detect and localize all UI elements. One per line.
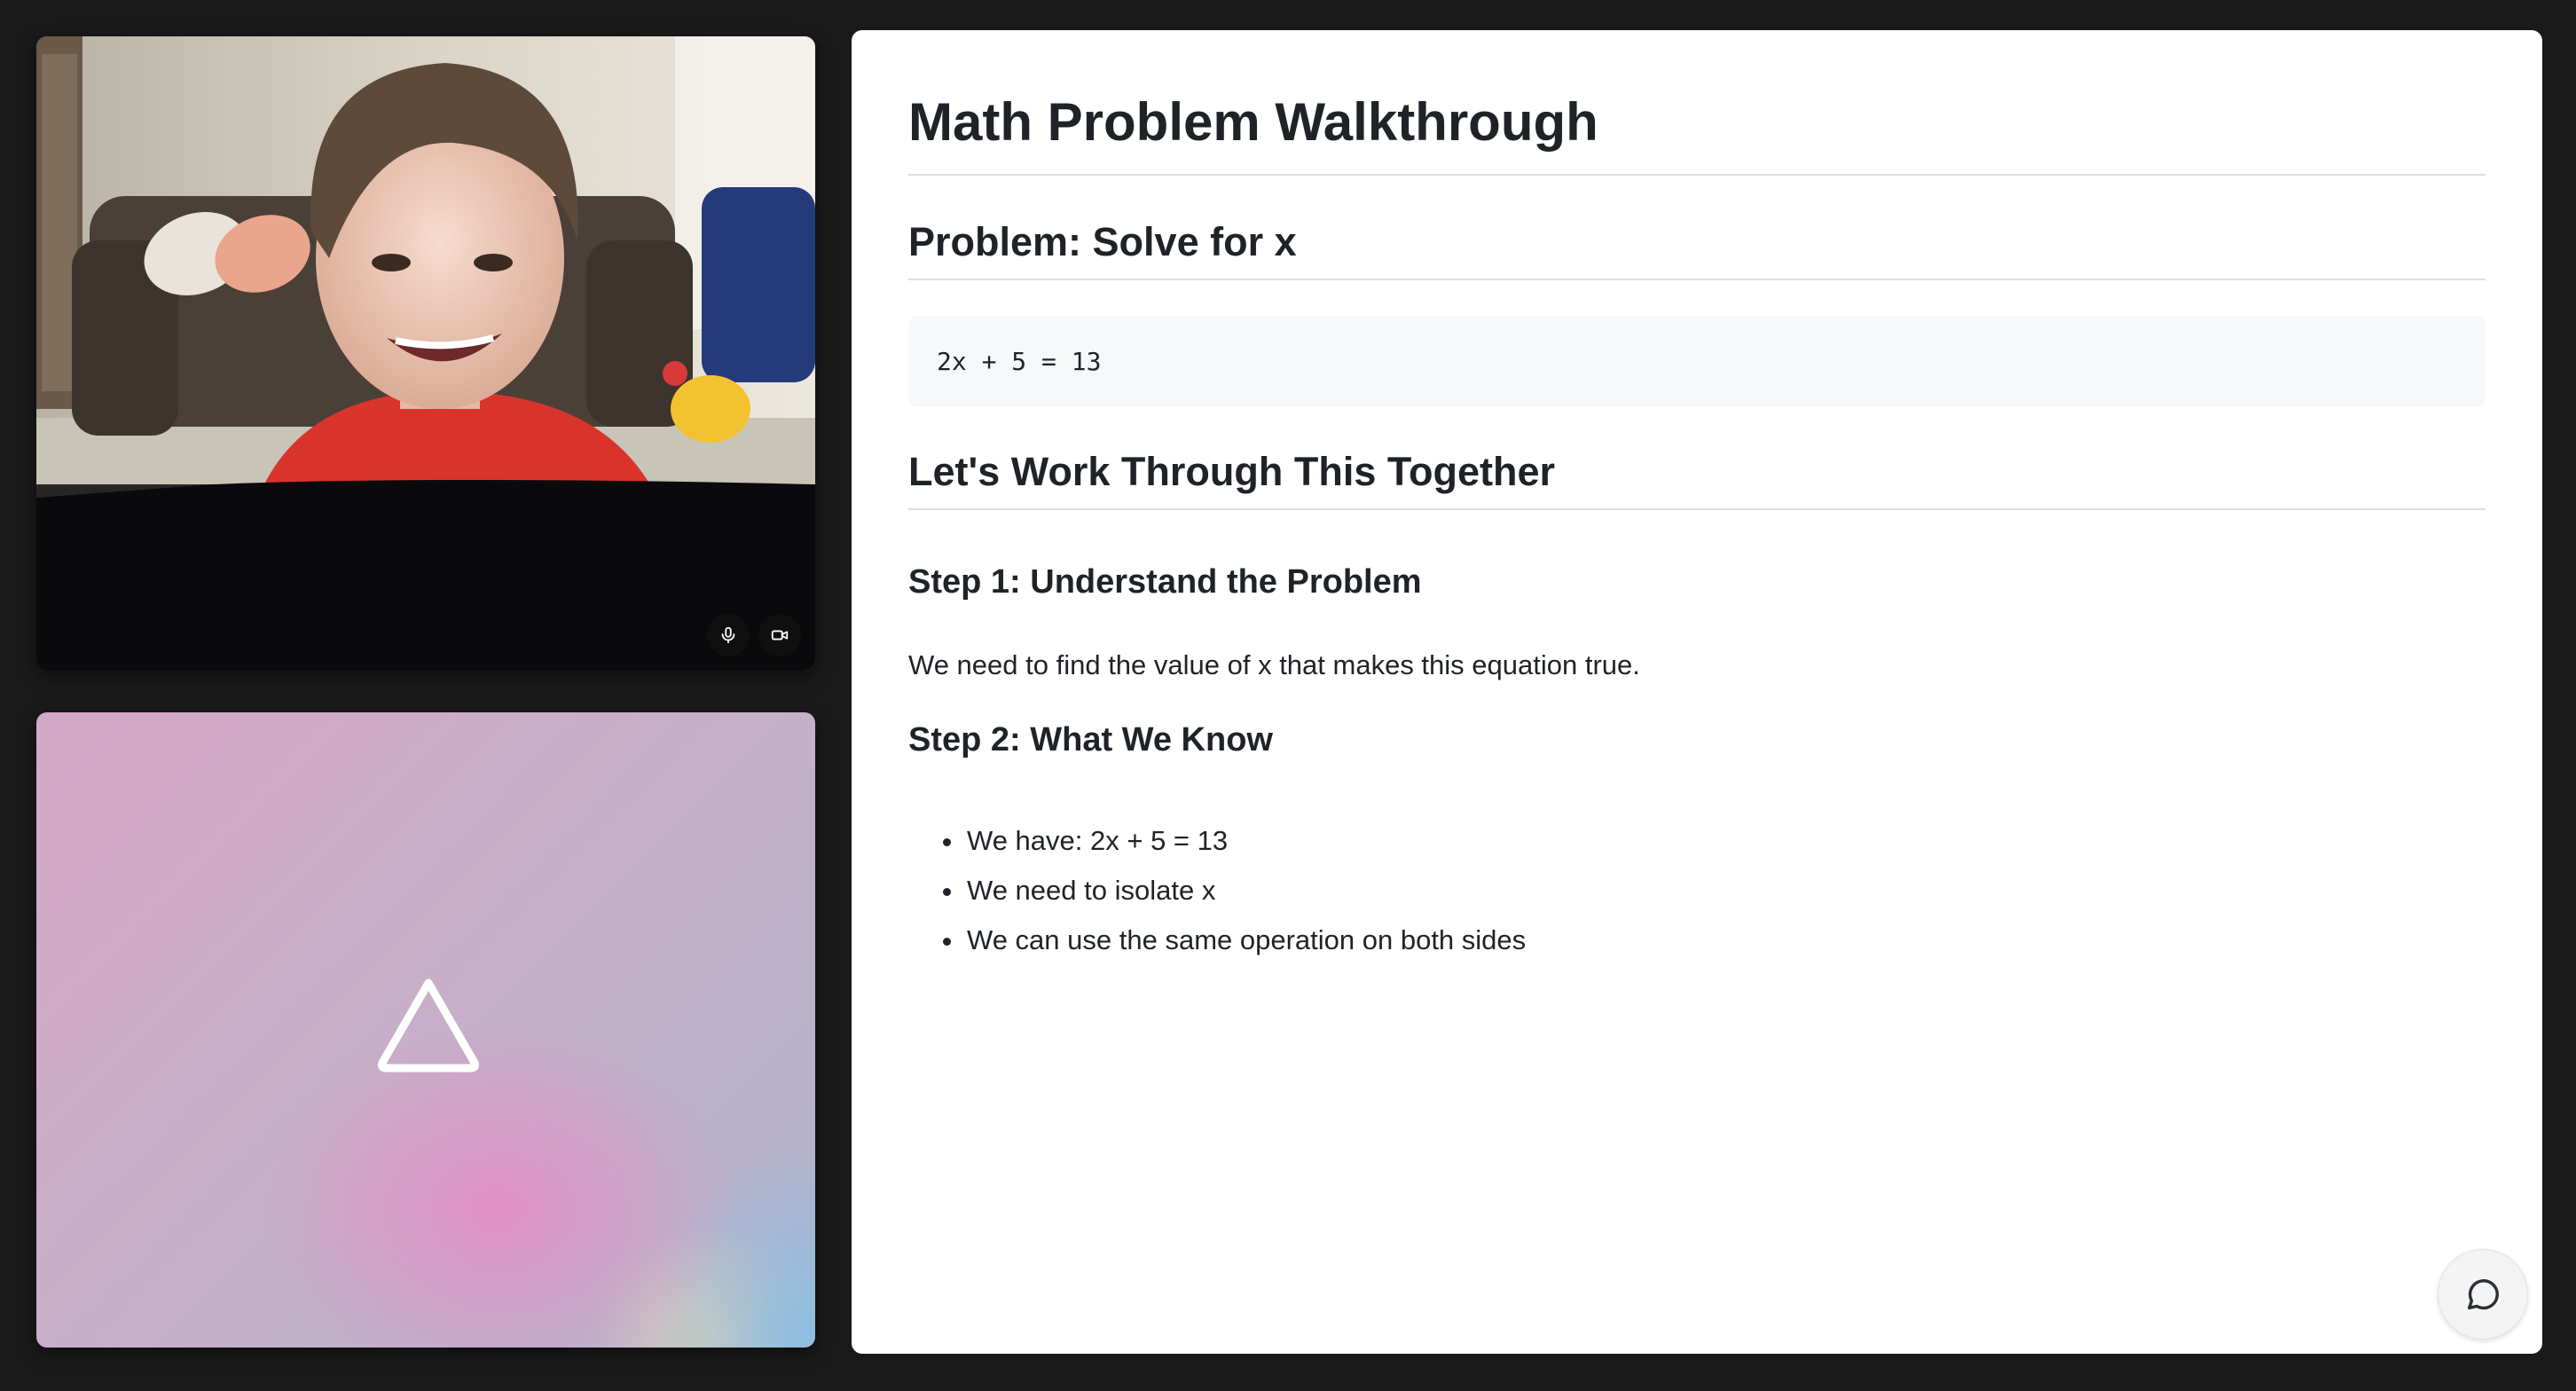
- step2-list: We have: 2x + 5 = 13 We need to isolate …: [908, 816, 1526, 965]
- equation-code-block: 2x + 5 = 13: [908, 316, 2486, 407]
- step2-heading: Step 2: What We Know: [908, 721, 1273, 758]
- chat-bubble-icon: [2467, 1279, 2499, 1310]
- video-camera-icon: [771, 630, 789, 640]
- triangle-icon: [378, 978, 479, 1073]
- app-root: Math Problem Walkthrough Problem: Solve …: [0, 0, 2576, 1391]
- media-controls: [707, 614, 801, 656]
- camera-button[interactable]: [758, 614, 801, 656]
- webcam-feed: [36, 36, 815, 671]
- step1-text: We need to find the value of x that make…: [908, 649, 1640, 680]
- chat-button[interactable]: [2438, 1249, 2528, 1340]
- list-item: We have: 2x + 5 = 13: [965, 816, 1526, 866]
- list-item: We need to isolate x: [965, 866, 1526, 916]
- microphone-button[interactable]: [707, 614, 750, 656]
- step1-heading: Step 1: Understand the Problem: [908, 563, 1422, 601]
- ai-assistant-tile: [36, 712, 815, 1348]
- problem-heading: Problem: Solve for x: [908, 214, 2486, 280]
- document-title: Math Problem Walkthrough: [908, 85, 2486, 176]
- list-item: We can use the same operation on both si…: [965, 916, 1526, 965]
- microphone-icon: [721, 626, 735, 644]
- user-video-tile: [36, 36, 815, 671]
- document-panel: Math Problem Walkthrough Problem: Solve …: [852, 30, 2542, 1354]
- equation-text: 2x + 5 = 13: [937, 347, 1102, 376]
- section-heading: Let's Work Through This Together: [908, 444, 2486, 510]
